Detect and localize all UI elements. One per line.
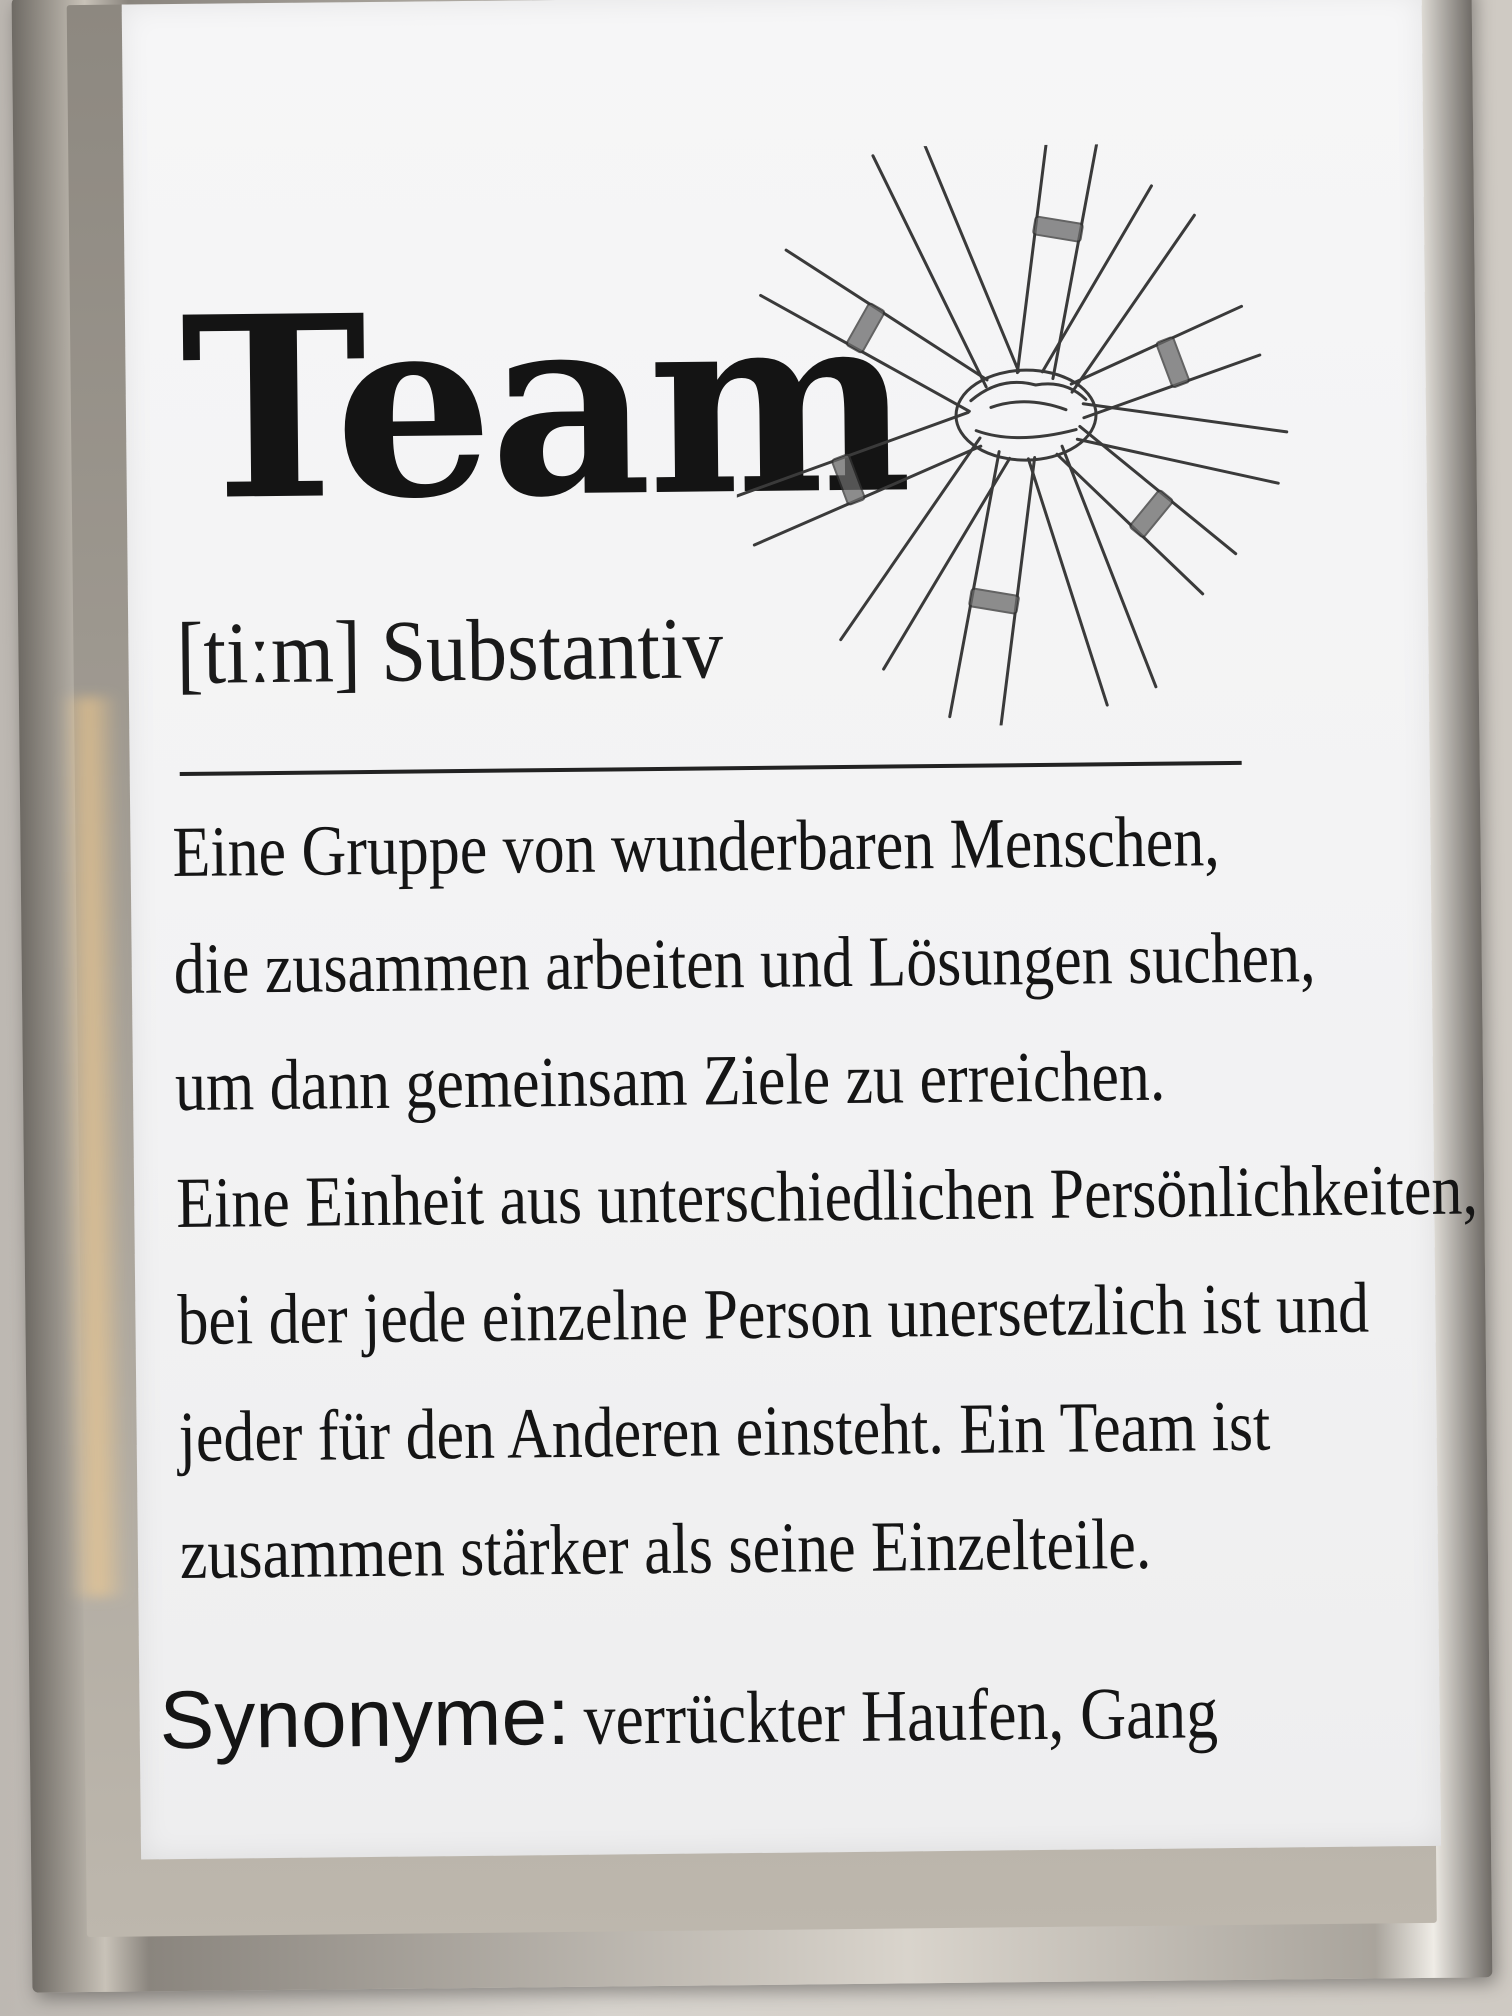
definition-text: Eine Gruppe von wunderbaren Menschen, di… — [172, 781, 1479, 1613]
sleeve-cuff — [1032, 215, 1084, 243]
arm-outline — [1015, 142, 1053, 375]
definition-line: um dann gemeinsam Ziele zu erreichen. — [174, 1035, 1166, 1127]
divider-line — [179, 760, 1242, 776]
sleeve-cuff — [1129, 489, 1174, 538]
definition-line: zusammen stärker als seine Einzelteile. — [179, 1503, 1152, 1595]
arm-outline — [1040, 184, 1153, 374]
arm-outline — [1055, 452, 1205, 596]
finger-lines — [989, 400, 1068, 412]
frame-light-reflection — [58, 696, 129, 1598]
definition-line: die zusammen arbeiten und Lösungen suche… — [173, 917, 1316, 1010]
arm-outline — [1075, 437, 1280, 485]
definition-line: Eine Einheit aus unterschiedlichen Persö… — [175, 1149, 1479, 1244]
arm-outline — [1081, 402, 1289, 434]
phonetic-and-word-class: [tiːm] Substantiv — [175, 600, 724, 704]
finger-lines — [969, 380, 1088, 403]
arm-outline — [871, 154, 988, 389]
sleeve-cuff — [968, 587, 1020, 615]
arm-outline — [882, 456, 1012, 671]
poster-paper: Team [tiːm] Substantiv Eine Gruppe von w… — [121, 0, 1479, 1860]
definition-line: Eine Gruppe von wunderbaren Menschen, — [172, 801, 1221, 893]
sleeve-cuff — [1155, 336, 1190, 389]
arm-outline — [918, 142, 1021, 373]
sleeve-cuff — [845, 302, 886, 354]
synonyms-row: Synonyme: verrückter Haufen, Gang — [159, 1662, 1322, 1768]
arm-outline — [752, 444, 983, 547]
arm-outline — [1026, 457, 1109, 707]
synonyms-label: Synonyme: — [159, 1670, 571, 1767]
stacked-hands-icon — [734, 142, 1289, 727]
definition-line: jeder für den Anderen einsteht. Ein Team… — [178, 1385, 1271, 1478]
arm-outline — [948, 450, 1001, 719]
synonyms-value: verrückter Haufen, Gang — [583, 1672, 1219, 1761]
picture-frame: Team [tiːm] Substantiv Eine Gruppe von w… — [11, 0, 1493, 1993]
finger-lines — [974, 428, 1078, 440]
arm-outline — [784, 248, 989, 382]
sleeve-cuff — [831, 453, 866, 506]
arm-outline — [1078, 424, 1238, 556]
arm-outline — [1060, 444, 1158, 689]
arm-outline — [999, 456, 1037, 727]
definition-line: bei der jede einzelne Person unersetzlic… — [177, 1267, 1370, 1361]
